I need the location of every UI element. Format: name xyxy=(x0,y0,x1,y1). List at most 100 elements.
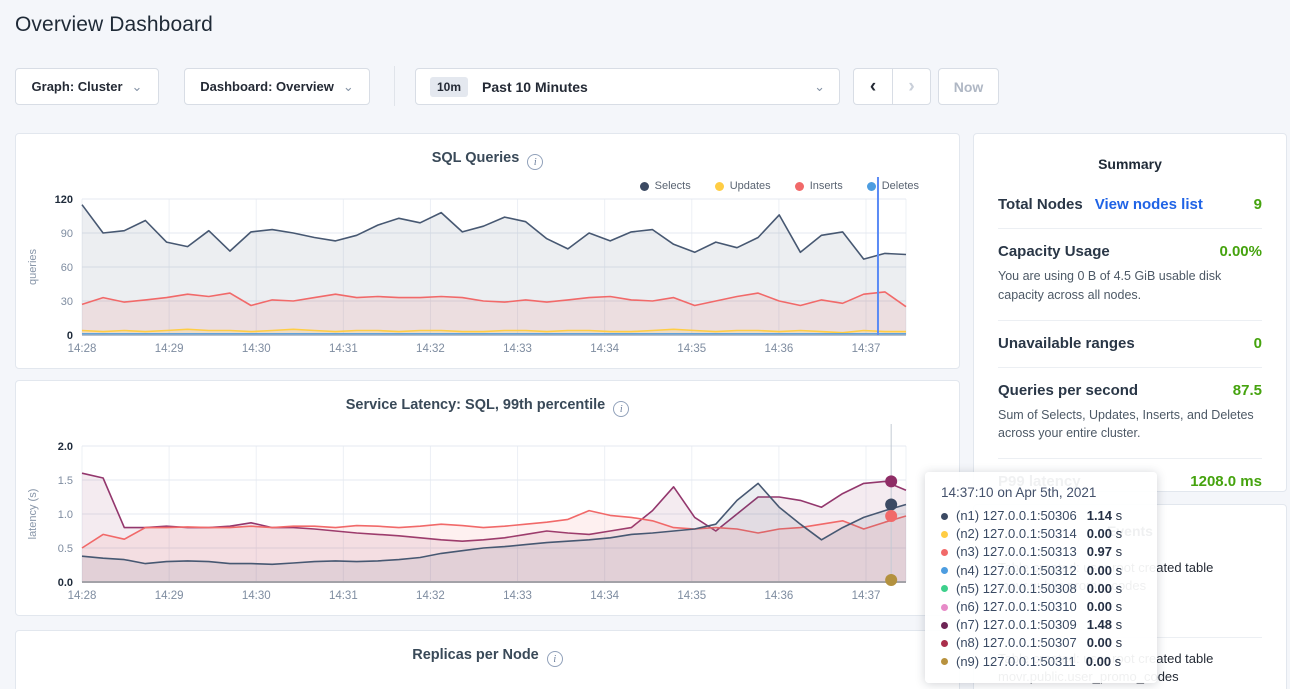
info-icon[interactable]: i xyxy=(547,651,563,667)
tooltip-node-value: 0.00 s xyxy=(1087,598,1122,616)
summary-metric-label: Queries per second xyxy=(998,382,1138,399)
tooltip-timestamp: 14:37:10 on Apr 5th, 2021 xyxy=(941,485,1141,500)
chevron-down-icon: ⌄ xyxy=(132,83,143,91)
svg-text:14:37: 14:37 xyxy=(852,343,881,355)
service-latency-panel: Service Latency: SQL, 99th percentilei 1… xyxy=(15,380,960,616)
svg-text:0.5: 0.5 xyxy=(58,543,73,555)
tooltip-node-row: (n4) 127.0.0.1:50312 0.00 s xyxy=(941,562,1141,580)
tooltip-node-label: (n8) 127.0.0.1:50307 xyxy=(956,634,1077,652)
chevron-down-icon: ⌄ xyxy=(343,83,354,91)
svg-text:14:33: 14:33 xyxy=(503,590,532,602)
time-range-badge: 10m xyxy=(430,77,468,97)
summary-metric-value: 0 xyxy=(1254,335,1262,352)
tooltip-node-row: (n2) 127.0.0.1:50314 0.00 s xyxy=(941,525,1141,543)
svg-text:90: 90 xyxy=(61,228,73,240)
svg-text:14:35: 14:35 xyxy=(677,343,706,355)
tooltip-node-value: 0.00 s xyxy=(1087,580,1122,598)
sql-queries-chart[interactable]: 14:2814:2914:3014:3114:3214:3314:3414:35… xyxy=(16,134,961,370)
now-button[interactable]: Now xyxy=(938,68,999,105)
series-dot-icon xyxy=(941,585,948,592)
svg-text:30: 30 xyxy=(61,296,73,308)
svg-text:14:34: 14:34 xyxy=(590,590,619,602)
series-dot-icon xyxy=(941,604,948,611)
tooltip-node-label: (n4) 127.0.0.1:50312 xyxy=(956,562,1077,580)
svg-text:1.5: 1.5 xyxy=(58,475,73,487)
series-dot-icon xyxy=(941,531,948,538)
summary-divider xyxy=(998,458,1262,459)
chart-title-text: Replicas per Node xyxy=(412,647,539,663)
tooltip-node-value: 0.00 s xyxy=(1087,634,1122,652)
svg-text:14:34: 14:34 xyxy=(590,343,619,355)
tooltip-node-row: (n8) 127.0.0.1:50307 0.00 s xyxy=(941,634,1141,652)
svg-text:14:30: 14:30 xyxy=(242,343,271,355)
summary-row: Unavailable ranges 0 xyxy=(998,335,1262,352)
tooltip-date: on Apr 5th, 2021 xyxy=(997,485,1096,500)
summary-metric-description: Sum of Selects, Updates, Inserts, and De… xyxy=(998,406,1262,444)
page-title: Overview Dashboard xyxy=(15,13,213,37)
tooltip-node-value: 0.97 s xyxy=(1087,543,1122,561)
tooltip-node-value: 0.00 s xyxy=(1087,525,1122,543)
svg-text:queries: queries xyxy=(27,248,39,285)
svg-text:0: 0 xyxy=(67,330,73,342)
svg-text:14:30: 14:30 xyxy=(242,590,271,602)
graph-scope-label: Graph: Cluster xyxy=(32,79,123,94)
toolbar-divider xyxy=(394,66,395,106)
summary-metric-value: 87.5 xyxy=(1233,382,1262,399)
svg-text:14:36: 14:36 xyxy=(764,590,793,602)
tooltip-node-value: 1.14 s xyxy=(1087,507,1122,525)
svg-text:60: 60 xyxy=(61,262,73,274)
summary-row: Queries per second 87.5 Sum of Selects, Up… xyxy=(998,382,1262,444)
time-next-button[interactable]: › xyxy=(892,68,931,105)
summary-panel: Summary Total Nodes View nodes list 9 Capac… xyxy=(973,133,1287,492)
summary-metric-value: 9 xyxy=(1254,196,1262,213)
svg-text:14:32: 14:32 xyxy=(416,343,445,355)
tooltip-node-label: (n9) 127.0.0.1:50311 xyxy=(956,653,1076,671)
summary-title: Summary xyxy=(998,156,1262,172)
tooltip-time: 14:37:10 xyxy=(941,485,997,500)
tooltip-node-label: (n1) 127.0.0.1:50306 xyxy=(956,507,1077,525)
tooltip-node-value: 0.00 s xyxy=(1087,562,1122,580)
svg-text:14:33: 14:33 xyxy=(503,343,532,355)
svg-text:14:31: 14:31 xyxy=(329,590,358,602)
graph-scope-dropdown[interactable]: Graph: Cluster ⌄ xyxy=(15,68,159,105)
svg-text:120: 120 xyxy=(55,194,73,206)
svg-text:14:29: 14:29 xyxy=(155,343,184,355)
series-dot-icon xyxy=(941,640,948,647)
series-dot-icon xyxy=(941,567,948,574)
service-latency-chart[interactable]: 14:2814:2914:3014:3114:3214:3314:3414:35… xyxy=(16,381,961,617)
time-range-dropdown[interactable]: 10m Past 10 Minutes ⌄ xyxy=(415,68,840,105)
tooltip-node-row: (n3) 127.0.0.1:50313 0.97 s xyxy=(941,543,1141,561)
tooltip-node-label: (n2) 127.0.0.1:50314 xyxy=(956,525,1077,543)
tooltip-node-label: (n7) 127.0.0.1:50309 xyxy=(956,616,1077,634)
replicas-per-node-panel: Replicas per Node i xyxy=(15,630,960,689)
svg-text:1.0: 1.0 xyxy=(58,509,73,521)
dashboard-label: Dashboard: Overview xyxy=(200,79,334,94)
summary-row: Capacity Usage0.00%You are using 0 B of … xyxy=(998,243,1262,305)
svg-text:14:28: 14:28 xyxy=(68,590,97,602)
tooltip-node-row: (n5) 127.0.0.1:503080.00 s xyxy=(941,580,1141,598)
svg-text:14:32: 14:32 xyxy=(416,590,445,602)
time-prev-button[interactable]: ‹ xyxy=(853,68,892,105)
time-nav-group: ‹ › xyxy=(853,68,931,105)
summary-divider xyxy=(998,367,1262,368)
svg-text:latency (s): latency (s) xyxy=(27,489,39,540)
tooltip-node-label: (n6) 127.0.0.1:50310 xyxy=(956,598,1077,616)
tooltip-node-label: (n3) 127.0.0.1:50313 xyxy=(956,543,1077,561)
summary-divider xyxy=(998,320,1262,321)
series-dot-icon xyxy=(941,513,948,520)
summary-metric-description: You are using 0 B of 4.5 GiB usable disk… xyxy=(998,267,1262,305)
svg-text:2.0: 2.0 xyxy=(58,441,73,453)
summary-metric-value: 0.00% xyxy=(1219,243,1262,260)
sql-queries-panel: SQL Queriesi SelectsUpdatesInsertsDelete… xyxy=(15,133,960,369)
tooltip-node-row: (n7) 127.0.0.1:50309 1.48 s xyxy=(941,616,1141,634)
tooltip-node-value: 1.48 s xyxy=(1087,616,1122,634)
time-range-label: Past 10 Minutes xyxy=(482,79,588,95)
view-nodes-list-link[interactable]: View nodes list xyxy=(1095,196,1203,213)
dashboard-dropdown[interactable]: Dashboard: Overview ⌄ xyxy=(184,68,370,105)
summary-metric-label: Total Nodes xyxy=(998,196,1083,213)
summary-metric-value: 1208.0 ms xyxy=(1190,473,1262,490)
summary-metric-label: Unavailable ranges xyxy=(998,335,1135,352)
svg-text:14:29: 14:29 xyxy=(155,590,184,602)
summary-row: Total Nodes View nodes list 9 xyxy=(998,196,1262,213)
svg-text:14:28: 14:28 xyxy=(68,343,97,355)
